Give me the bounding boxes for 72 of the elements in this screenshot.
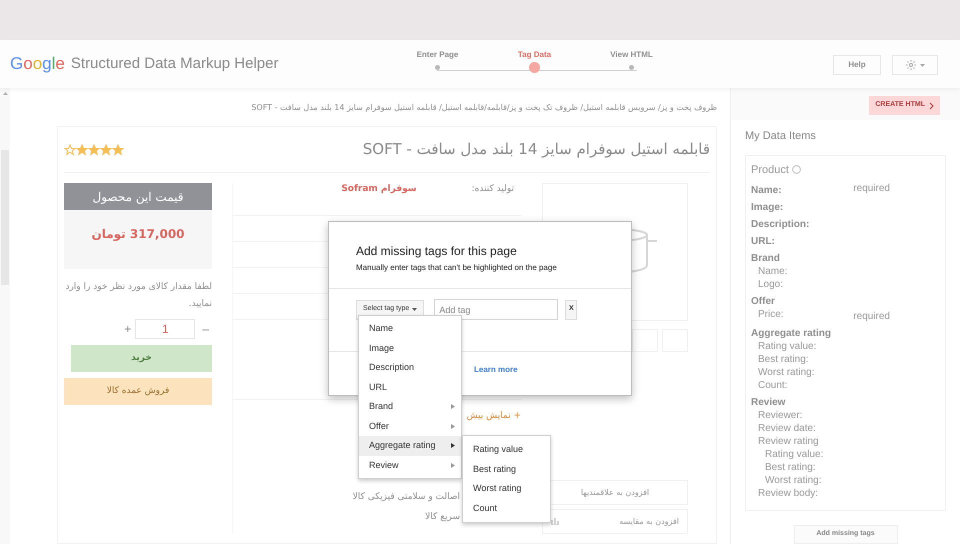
data-item-label: Name: (751, 184, 782, 197)
scroll-up-icon[interactable] (2, 92, 8, 95)
data-item-label: Aggregate rating (751, 327, 832, 340)
learn-more-link[interactable]: Learn more (474, 364, 631, 376)
data-item-label: Review rating (758, 435, 819, 448)
menu-item[interactable]: Review (359, 456, 461, 475)
data-item-label: Rating value: (765, 448, 824, 461)
data-item-label: Rating value: (758, 340, 816, 353)
feature-text: سریع کالا (425, 510, 460, 524)
buy-button[interactable]: خرید (71, 345, 212, 372)
app-title: Structured Data Markup Helper (70, 54, 278, 74)
data-item-label: Worst rating: (758, 366, 814, 379)
chevron-right-icon (929, 102, 934, 110)
scrollbar-thumb[interactable] (1, 150, 9, 285)
menu-item[interactable]: Image (359, 338, 461, 358)
menu-item[interactable]: Description (359, 358, 461, 378)
caret-icon (412, 308, 418, 311)
menu-item[interactable]: Brand (359, 397, 461, 416)
data-item-label: Review body: (758, 487, 818, 500)
data-item-label: Name: (758, 265, 788, 278)
decrease-button[interactable]: – (199, 320, 212, 338)
step-label: Enter Page (416, 49, 458, 61)
maker-label: تولید کننده: (472, 183, 514, 196)
filled-star-icon (112, 144, 124, 156)
menu-item[interactable]: URL (359, 378, 461, 397)
data-item-label: Offer (751, 295, 775, 308)
breadcrumb: ظروف پخت و پز/ سرویس قابلمه استیل/ ظروف تک پخت و پز/قابلمه/قابلمه استیل/ قابلمه استیل سوفرام سایز 14 بلند مدل سافت - SOFT (250, 102, 717, 114)
data-item-label: Price: (758, 308, 784, 321)
data-item-label: Logo: (758, 278, 784, 291)
data-item-label: Brand (751, 252, 780, 265)
data-item-label: Review date: (758, 422, 816, 435)
step-label: Tag Data (518, 49, 552, 61)
menu-item[interactable]: Aggregate rating (359, 436, 461, 456)
thumbnail[interactable] (632, 329, 658, 352)
price: 317,000 تومان (91, 226, 185, 243)
menu-item[interactable]: Name (359, 319, 461, 338)
required-note: required (853, 310, 890, 323)
google-logo: Google (10, 53, 65, 76)
data-item-label: Image: (751, 201, 784, 214)
quantity-field[interactable]: 1 (135, 319, 196, 339)
dialog-subtitle: Manually enter tags that can't be highlighted on the page (356, 262, 558, 274)
data-item-label: URL: (751, 235, 775, 248)
card-title: Product (751, 162, 789, 178)
data-item-label: Description: (751, 218, 810, 231)
caret-icon (920, 64, 925, 66)
step-label: View HTML (610, 49, 653, 61)
required-note: required (853, 182, 890, 195)
tag-input[interactable]: Add tag (434, 299, 558, 320)
data-item-label: Review (751, 396, 786, 409)
data-item-label: Reviewer: (758, 409, 802, 422)
filled-star-icon (100, 144, 112, 156)
maker-name: سوفرام Sofram (341, 183, 417, 196)
wholesale-button[interactable]: فروش عمده کالا (64, 378, 212, 405)
product-title: قابلمه استیل سوفرام سایز 14 بلند مدل سافت - SOFT (362, 139, 710, 160)
data-item-label: Count: (758, 379, 788, 392)
help-icon (792, 165, 801, 174)
settings-icon (905, 59, 917, 71)
menu-item[interactable]: Offer (359, 416, 461, 436)
data-item-label: Best rating: (765, 461, 816, 474)
filled-star-icon (88, 144, 100, 156)
feature-text: اصالت و سلامتی فیزیکی کالا (352, 491, 460, 504)
filled-star-icon (76, 144, 88, 156)
dialog-title: Add missing tags for this page (356, 243, 518, 260)
chart-icon (551, 518, 559, 525)
submenu-item[interactable]: Rating value (463, 440, 550, 460)
data-item-label: Worst rating: (765, 474, 822, 487)
quantity-hint: لطفا مقدار کالای مورد نظر خود را وارد نمایید. (64, 281, 212, 311)
sidebar-heading: My Data Items (745, 129, 817, 144)
data-item-label: Best rating: (758, 353, 809, 366)
price-header: قیمت این محصول (64, 183, 212, 210)
settings-button[interactable] (892, 55, 938, 75)
submenu-item[interactable]: Best rating (463, 460, 550, 479)
